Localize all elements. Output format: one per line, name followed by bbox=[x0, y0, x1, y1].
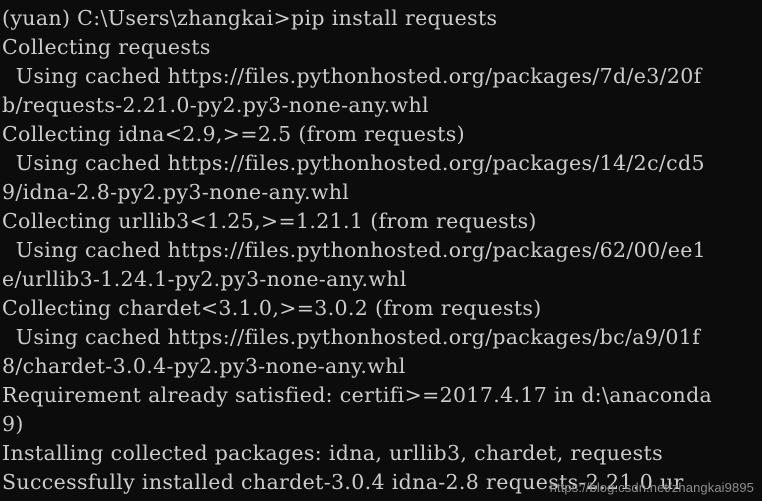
text-cursor bbox=[303, 452, 314, 455]
console-line: Collecting idna<2.9,>=2.5 (from requests… bbox=[2, 122, 465, 146]
console-line: Using cached https://files.pythonhosted.… bbox=[2, 151, 705, 175]
console-line: Collecting chardet<3.1.0,>=3.0.2 (from r… bbox=[2, 296, 542, 320]
console-line: 9) bbox=[2, 412, 24, 436]
console-line: (yuan) C:\Users\zhangkai>pip install req… bbox=[2, 6, 498, 30]
console-line: Using cached https://files.pythonhosted.… bbox=[2, 64, 702, 88]
command-prompt-window[interactable]: (yuan) C:\Users\zhangkai>pip install req… bbox=[0, 0, 762, 501]
console-line: Installing collected packages: idna, url… bbox=[2, 441, 663, 465]
console-line: Collecting requests bbox=[2, 35, 211, 59]
console-line: Using cached https://files.pythonhosted.… bbox=[2, 325, 701, 349]
console-line: e/urllib3-1.24.1-py2.py3-none-any.whl bbox=[2, 267, 407, 291]
console-line: Using cached https://files.pythonhosted.… bbox=[2, 238, 707, 262]
console-line: 8/chardet-3.0.4-py2.py3-none-any.whl bbox=[2, 354, 406, 378]
console-output: (yuan) C:\Users\zhangkai>pip install req… bbox=[2, 4, 762, 501]
console-line: b/requests-2.21.0-py2.py3-none-any.whl bbox=[2, 93, 429, 117]
console-line: Collecting urllib3<1.25,>=1.21.1 (from r… bbox=[2, 209, 537, 233]
watermark-url: https://blog.csdn.net/zhangkai9895 bbox=[549, 480, 754, 495]
console-line: 9/idna-2.8-py2.py3-none-any.whl bbox=[2, 180, 350, 204]
console-line: Requirement already satisfied: certifi>=… bbox=[2, 383, 713, 407]
